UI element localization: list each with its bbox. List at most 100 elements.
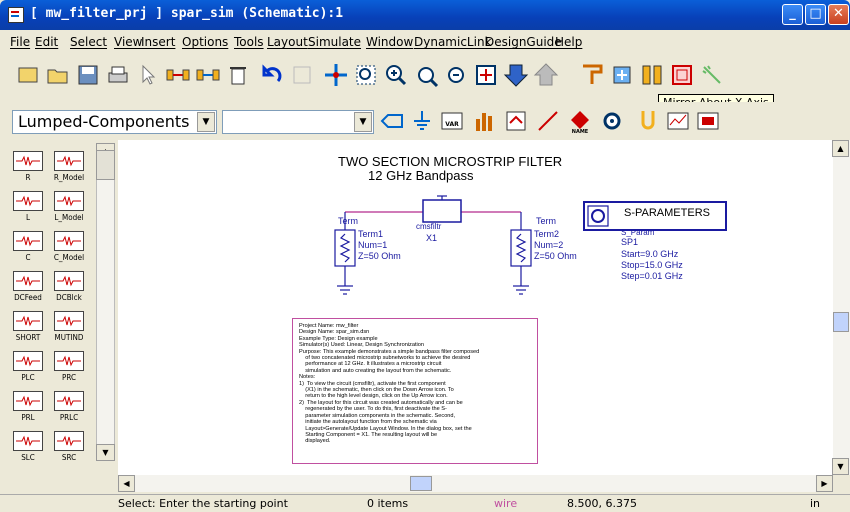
menu-help[interactable]: Help — [555, 35, 582, 49]
highlight-icon[interactable] — [698, 61, 726, 89]
new-icon[interactable] — [14, 61, 42, 89]
palette-item-label: PLC — [21, 373, 35, 382]
canvas-horizontal-scrollbar[interactable]: ◀ ▶ — [118, 475, 833, 492]
palette-item-prlc[interactable]: PRLC — [49, 389, 89, 429]
menu-tools[interactable]: Tools — [234, 35, 264, 49]
mirror-y-icon[interactable] — [638, 61, 666, 89]
zoom-full-icon[interactable] — [442, 61, 470, 89]
probe-icon[interactable] — [634, 107, 662, 135]
palette-item-dcblck[interactable]: DCBlck — [49, 269, 89, 309]
close-button[interactable]: ✕ — [828, 4, 849, 25]
simulate-icon[interactable] — [470, 107, 498, 135]
insert-pin-icon[interactable] — [194, 61, 222, 89]
palette-item-l[interactable]: L — [8, 189, 48, 229]
scroll-down-icon[interactable]: ▼ — [96, 444, 115, 461]
insert-wire-icon[interactable] — [164, 61, 192, 89]
palette-item-slc[interactable]: SLC — [8, 429, 48, 469]
var-icon[interactable]: VAR — [438, 107, 466, 135]
palette-item-label: PRLC — [59, 413, 79, 422]
subckt-type: cmsfiltr — [416, 222, 442, 231]
palette-item-c_model[interactable]: C_Model — [49, 229, 89, 269]
plc-icon — [13, 351, 43, 371]
scroll-up-icon[interactable]: ▲ — [832, 140, 849, 157]
palette-item-c[interactable]: C — [8, 229, 48, 269]
move-icon[interactable] — [322, 61, 350, 89]
menu-dynamiclink[interactable]: DynamicLink — [414, 35, 492, 49]
sparam-name: SP1 — [621, 237, 639, 247]
menu-file[interactable]: File — [10, 35, 30, 49]
palette-item-short[interactable]: SHORT — [8, 309, 48, 349]
menu-layout[interactable]: Layout — [267, 35, 308, 49]
display-icon[interactable] — [664, 107, 692, 135]
minimize-button[interactable]: _ — [782, 4, 803, 25]
canvas-vertical-scrollbar[interactable]: ▲ ▼ — [832, 140, 850, 475]
palette-item-l_model[interactable]: L_Model — [49, 189, 89, 229]
palette-item-prl[interactable]: PRL — [8, 389, 48, 429]
palette-item-label: SLC — [21, 453, 35, 462]
palette-item-src[interactable]: SRC — [49, 429, 89, 469]
zoom-out-icon[interactable] — [412, 61, 440, 89]
save-icon[interactable] — [74, 61, 102, 89]
status-units: in — [810, 497, 821, 510]
scroll-thumb[interactable] — [833, 312, 849, 332]
palette-item-plc[interactable]: PLC — [8, 349, 48, 389]
chevron-down-icon[interactable]: ▼ — [354, 112, 372, 132]
ground-icon[interactable] — [408, 107, 436, 135]
chevron-down-icon[interactable]: ▼ — [197, 112, 215, 132]
menu-options[interactable]: Options — [182, 35, 228, 49]
term1-name: Term1 — [358, 229, 384, 239]
mirror-x-icon[interactable] — [668, 61, 696, 89]
palette-item-mutind[interactable]: MUTIND — [49, 309, 89, 349]
palette-scrollbar[interactable]: ▲ ▼ — [96, 143, 115, 461]
maximize-button[interactable]: □ — [805, 4, 826, 25]
scroll-right-icon[interactable]: ▶ — [816, 475, 833, 492]
name-icon[interactable]: NAME — [566, 107, 594, 135]
slc-icon — [13, 431, 43, 451]
library-select[interactable]: Lumped-Components ▼ — [12, 110, 217, 134]
c_model-icon — [54, 231, 84, 251]
palette-item-prc[interactable]: PRC — [49, 349, 89, 389]
scroll-down-icon[interactable]: ▼ — [832, 458, 849, 475]
palette-item-label: C — [25, 253, 31, 262]
component-select[interactable]: ▼ — [222, 110, 374, 134]
tune-icon[interactable] — [502, 107, 530, 135]
settings-icon[interactable] — [598, 107, 626, 135]
wire-tool-icon[interactable] — [578, 61, 606, 89]
scroll-left-icon[interactable]: ◀ — [118, 475, 135, 492]
port-icon[interactable] — [378, 107, 406, 135]
menu-designguide[interactable]: DesignGuide — [485, 35, 562, 49]
term1-type: Term — [338, 216, 358, 226]
sparam-stop: Stop=15.0 GHz — [621, 260, 683, 270]
redo-icon[interactable] — [288, 61, 316, 89]
schematic-canvas[interactable]: TWO SECTION MICROSTRIP FILTER 12 GHz Ban… — [118, 140, 833, 475]
palette-item-label: PRL — [21, 413, 35, 422]
palette-item-dcfeed[interactable]: DCFeed — [8, 269, 48, 309]
dcfeed-icon — [13, 271, 43, 291]
menu-insert[interactable]: Insert — [141, 35, 175, 49]
push-into-icon[interactable] — [502, 61, 530, 89]
term2-impedance: Z=50 Ohm — [534, 251, 577, 261]
menu-window[interactable]: Window — [366, 35, 413, 49]
pop-out-icon[interactable] — [532, 61, 560, 89]
menu-view[interactable]: View — [114, 35, 142, 49]
undo-icon[interactable] — [258, 61, 286, 89]
zoom-area-icon[interactable] — [352, 61, 380, 89]
menu-select[interactable]: Select — [70, 35, 107, 49]
palette-item-r_model[interactable]: R_Model — [49, 149, 89, 189]
rotate-icon[interactable] — [608, 61, 636, 89]
data-display-icon[interactable] — [694, 107, 722, 135]
scroll-thumb[interactable] — [96, 150, 115, 180]
open-icon[interactable] — [44, 61, 72, 89]
fit-icon[interactable] — [472, 61, 500, 89]
zoom-in-icon[interactable] — [382, 61, 410, 89]
menu-simulate[interactable]: Simulate — [308, 35, 361, 49]
wire-icon[interactable] — [534, 107, 562, 135]
select-pointer-icon[interactable] — [134, 61, 162, 89]
app-icon[interactable] — [8, 7, 24, 23]
window-title: [ mw_filter_prj ] spar_sim (Schematic):1 — [30, 6, 344, 21]
print-icon[interactable] — [104, 61, 132, 89]
delete-icon[interactable] — [224, 61, 252, 89]
scroll-thumb[interactable] — [410, 476, 432, 491]
menu-edit[interactable]: Edit — [35, 35, 58, 49]
palette-item-r[interactable]: R — [8, 149, 48, 189]
